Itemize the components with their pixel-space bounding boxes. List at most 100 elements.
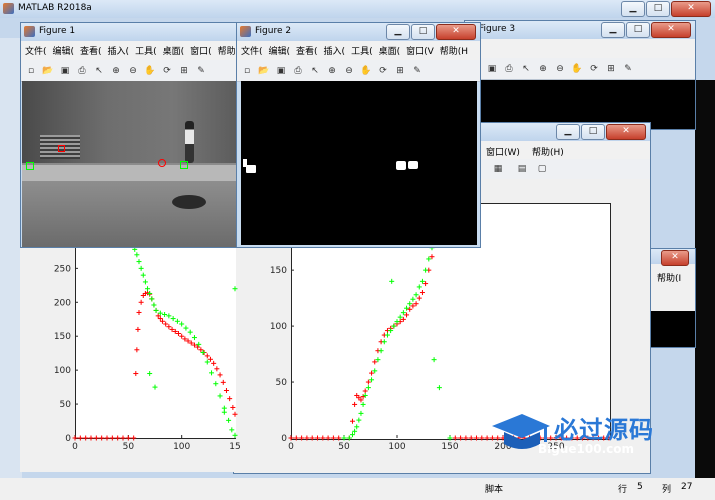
print-icon[interactable]: ⎙	[291, 64, 305, 78]
data-point	[419, 290, 425, 296]
data-point	[309, 435, 315, 441]
x-tick-label: 150	[441, 442, 458, 452]
open-icon[interactable]: 📂	[257, 64, 271, 78]
menu-file[interactable]: 文件(	[241, 44, 263, 57]
data-point	[458, 435, 464, 441]
video-frame-image	[22, 81, 237, 247]
figure-icon	[240, 26, 251, 37]
rotate-icon[interactable]: ⟳	[160, 64, 174, 78]
ground-region	[22, 181, 237, 247]
data-point	[362, 388, 368, 394]
new-figure-icon[interactable]: ▫	[240, 64, 254, 78]
data-point	[474, 435, 479, 441]
blob-white	[408, 161, 418, 169]
data-point	[346, 435, 352, 441]
data-point	[320, 435, 326, 441]
zoom-in-icon[interactable]: ⊕	[325, 64, 339, 78]
zoom-out-icon[interactable]: ⊖	[342, 64, 356, 78]
data-point	[423, 267, 429, 273]
save-icon[interactable]: ▣	[274, 64, 288, 78]
y-tick-label: 150	[270, 266, 287, 276]
data-point	[413, 292, 419, 298]
y-tick-label: 0	[281, 434, 287, 444]
data-point	[389, 278, 395, 284]
menu-insert[interactable]: 插入(	[108, 44, 130, 57]
data-cursor-icon[interactable]: ⊞	[177, 64, 191, 78]
menu-view[interactable]: 查看(	[296, 44, 318, 57]
menu-desktop[interactable]: 桌面(	[379, 44, 401, 57]
data-point	[325, 435, 331, 441]
data-point	[358, 410, 364, 416]
new-figure-icon[interactable]: ▫	[24, 64, 38, 78]
menu-window[interactable]: 窗口(V	[406, 44, 434, 57]
data-point	[288, 435, 294, 441]
person-figure	[185, 121, 194, 163]
blob-white	[246, 165, 256, 173]
menu-edit[interactable]: 编辑(	[53, 44, 75, 57]
data-point	[479, 435, 485, 441]
menu-help[interactable]: 帮助(H	[440, 44, 468, 57]
data-point	[352, 401, 358, 407]
maximize-button[interactable]: □	[411, 24, 435, 40]
data-point	[452, 435, 458, 441]
manhole-cover	[172, 195, 206, 209]
data-point	[447, 435, 453, 441]
data-point	[404, 305, 410, 311]
zoom-in-icon[interactable]: ⊕	[109, 64, 123, 78]
data-point	[384, 332, 390, 338]
watermark: 必过源码 Bigue100.com	[488, 408, 688, 464]
figure-icon	[24, 26, 35, 37]
y-tick-label: 50	[276, 378, 288, 388]
data-point	[431, 357, 437, 363]
x-tick-label: 100	[388, 442, 405, 452]
pointer-icon[interactable]: ↖	[308, 64, 322, 78]
data-point	[293, 435, 299, 441]
figure-2-titlebar: Figure 2 ▁ □ ✕	[237, 23, 480, 41]
data-point	[365, 385, 371, 391]
pointer-icon[interactable]: ↖	[92, 64, 106, 78]
data-point	[341, 435, 347, 441]
data-point	[304, 435, 310, 441]
step-ledge	[22, 165, 237, 181]
y-tick-label: 100	[270, 322, 287, 332]
brush-icon[interactable]: ✎	[194, 64, 208, 78]
menu-tools[interactable]: 工具(	[135, 44, 157, 57]
minimize-button[interactable]: ▁	[386, 24, 410, 40]
tracking-marker-green	[26, 162, 34, 170]
tracking-marker-red	[58, 145, 65, 152]
blob-white	[396, 161, 406, 170]
data-point	[349, 418, 355, 424]
data-cursor-icon[interactable]: ⊞	[393, 64, 407, 78]
zoom-out-icon[interactable]: ⊖	[126, 64, 140, 78]
watermark-url: Bigue100.com	[538, 442, 634, 456]
tracking-marker-red	[158, 159, 166, 167]
rotate-icon[interactable]: ⟳	[376, 64, 390, 78]
x-tick-label: 50	[338, 442, 350, 452]
menu-view[interactable]: 查看(	[80, 44, 102, 57]
pan-icon[interactable]: ✋	[143, 64, 157, 78]
menu-edit[interactable]: 编辑(	[269, 44, 291, 57]
data-point	[378, 348, 384, 354]
brush-icon[interactable]: ✎	[410, 64, 424, 78]
data-point	[416, 295, 422, 301]
menu-window[interactable]: 窗口(	[190, 44, 212, 57]
data-point	[360, 401, 366, 407]
data-point	[330, 435, 336, 441]
close-button[interactable]: ✕	[436, 24, 476, 40]
menu-insert[interactable]: 插入(	[324, 44, 346, 57]
figure-1-title: Figure 1	[39, 26, 76, 36]
menu-desktop[interactable]: 桌面(	[163, 44, 185, 57]
figure-2-menubar: 文件( 编辑( 查看( 插入( 工具( 桌面( 窗口(V 帮助(H	[237, 41, 480, 60]
binary-mask-image	[241, 81, 477, 245]
open-icon[interactable]: 📂	[41, 64, 55, 78]
figure-2-window[interactable]: Figure 2 ▁ □ ✕ 文件( 编辑( 查看( 插入( 工具( 桌面( 窗…	[236, 22, 481, 248]
print-icon[interactable]: ⎙	[75, 64, 89, 78]
save-icon[interactable]: ▣	[58, 64, 72, 78]
pan-icon[interactable]: ✋	[359, 64, 373, 78]
menu-tools[interactable]: 工具(	[351, 44, 373, 57]
data-point	[436, 385, 442, 391]
data-point	[463, 435, 469, 441]
data-point	[354, 424, 360, 430]
menu-file[interactable]: 文件(	[25, 44, 47, 57]
watermark-brand: 必过源码	[554, 416, 654, 444]
